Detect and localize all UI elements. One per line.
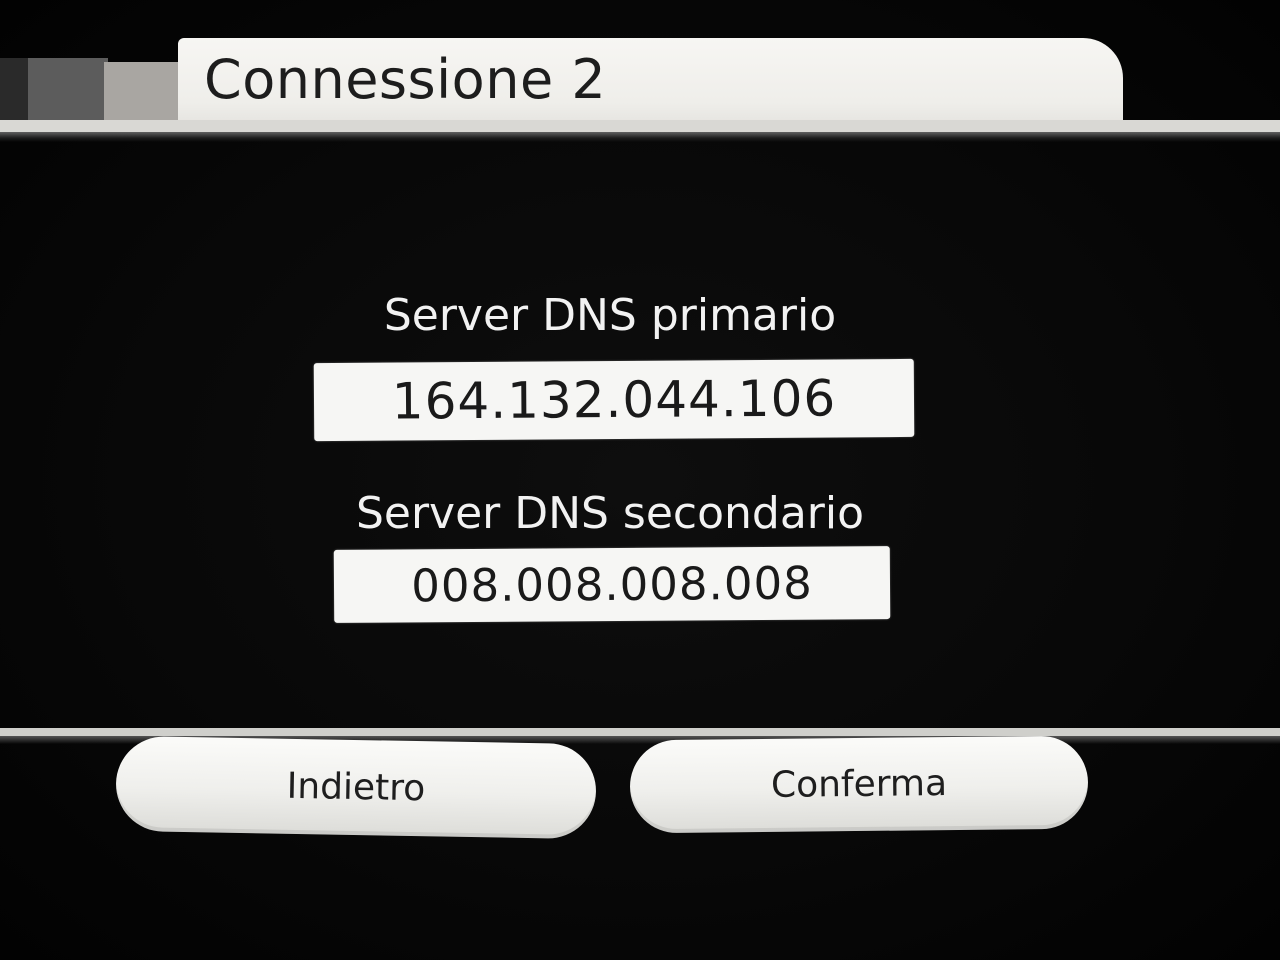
primary-dns-label: Server DNS primario [383, 290, 837, 341]
back-button[interactable]: Indietro [115, 735, 597, 840]
primary-dns-field[interactable]: 164.132.044.106 [313, 358, 915, 442]
inactive-tab-stub [104, 62, 184, 128]
inactive-tab-stub [28, 58, 108, 128]
secondary-dns-field[interactable]: 008.008.008.008 [333, 546, 891, 623]
page-title: Connessione 2 [204, 48, 607, 111]
footer-divider [0, 728, 1280, 736]
header-divider [0, 120, 1280, 132]
header-divider-shadow [0, 132, 1280, 142]
secondary-dns-label: Server DNS secondario [355, 488, 865, 539]
network-settings-screen: Connessione 2 Server DNS primario 164.13… [0, 0, 1280, 960]
header-tab: Connessione 2 [178, 38, 1123, 130]
confirm-button[interactable]: Conferma [629, 735, 1089, 834]
inactive-tab-stub [0, 58, 30, 128]
